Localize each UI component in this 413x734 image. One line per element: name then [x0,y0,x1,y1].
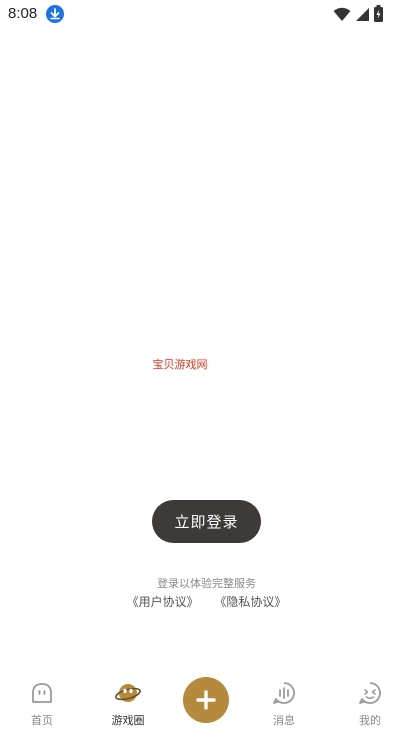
tab-label: 我的 [359,714,381,727]
watermark-text: 宝贝游戏网 [152,358,208,371]
privacy-agreement-link[interactable]: 《隐私协议》 [214,593,286,610]
publish-button[interactable] [183,677,229,723]
login-button[interactable]: 立即登录 [152,500,261,543]
login-hint: 登录以体验完整服务 [157,577,256,590]
download-icon [46,5,64,23]
profile-icon [359,682,381,704]
home-icon [32,683,52,703]
user-agreement-link[interactable]: 《用户协议》 [127,593,199,610]
planet-icon [115,684,141,702]
tab-label: 首页 [31,714,53,727]
tab-mine[interactable]: 我的 [340,680,400,730]
signal-icon [356,8,369,21]
tab-label: 消息 [273,714,295,727]
status-time: 8:08 [8,5,38,22]
tab-home[interactable]: 首页 [12,680,72,730]
wifi-icon [333,7,351,21]
agreements: 《用户协议》 《隐私协议》 [0,593,413,610]
plus-icon [196,690,216,710]
system-icons [333,5,383,22]
message-icon [273,682,295,704]
battery-icon [374,5,383,22]
tab-games[interactable]: 游戏圈 [98,680,158,730]
tab-messages[interactable]: 消息 [254,680,314,730]
tab-label: 游戏圈 [111,714,145,727]
status-bar: 8:08 [0,0,413,28]
